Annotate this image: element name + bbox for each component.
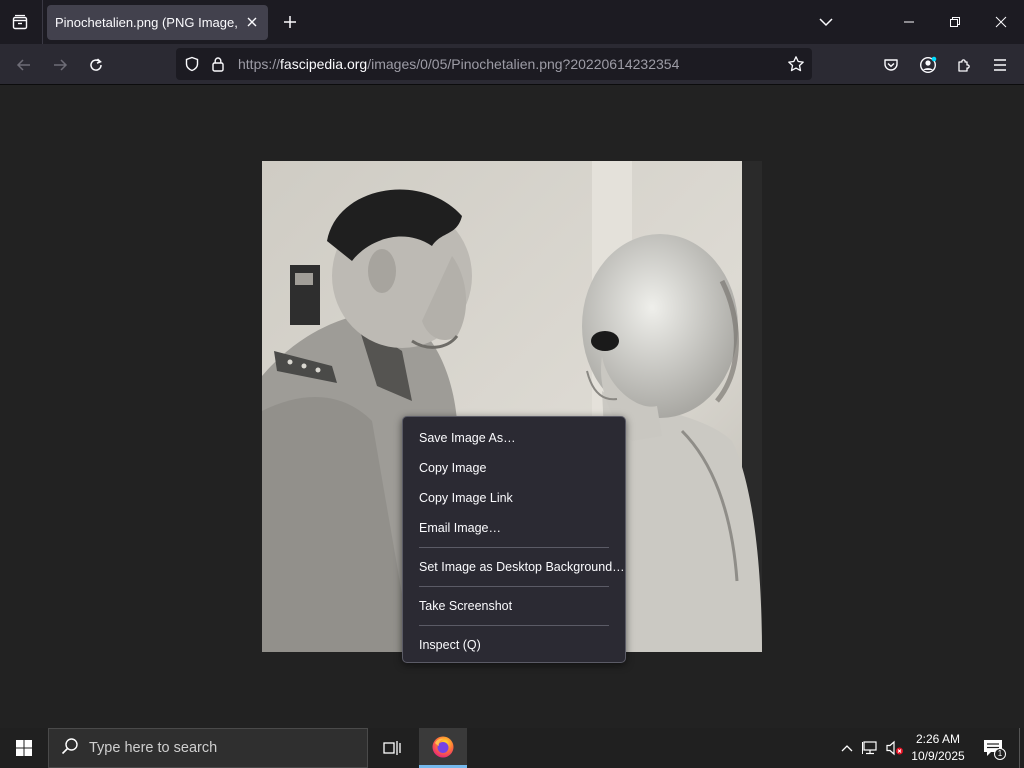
pocket-icon[interactable]	[876, 50, 906, 80]
arrow-right-icon[interactable]	[45, 50, 75, 80]
star-icon[interactable]	[786, 54, 806, 74]
page-content: Save Image As… Copy Image Copy Image Lin…	[0, 85, 1024, 728]
firefox-icon	[432, 736, 454, 757]
restore-icon[interactable]	[932, 0, 978, 44]
menu-item-copy-image[interactable]: Copy Image	[403, 453, 625, 483]
windows-start-icon[interactable]	[0, 728, 48, 768]
menu-item-email-image[interactable]: Email Image…	[403, 513, 625, 543]
notification-count-badge: 1	[994, 748, 1006, 760]
chevron-up-icon[interactable]	[836, 736, 858, 760]
tab-overview-icon[interactable]	[6, 8, 34, 36]
url-text[interactable]: https://fascipedia.org/images/0/05/Pinoc…	[238, 56, 679, 72]
search-placeholder: Type here to search	[89, 740, 218, 756]
address-bar[interactable]: https://fascipedia.org/images/0/05/Pinoc…	[176, 48, 812, 80]
menu-separator	[419, 586, 609, 587]
plus-icon[interactable]	[278, 10, 302, 34]
hamburger-icon[interactable]	[985, 50, 1015, 80]
shield-icon[interactable]	[182, 54, 202, 74]
arrow-left-icon[interactable]	[9, 50, 39, 80]
tab-active[interactable]: Pinochetalien.png (PNG Image, 500 × 491 …	[47, 5, 268, 40]
context-menu: Save Image As… Copy Image Copy Image Lin…	[402, 416, 626, 663]
clock-date: 10/9/2025	[911, 749, 965, 763]
navigation-toolbar: https://fascipedia.org/images/0/05/Pinoc…	[0, 44, 1024, 85]
chevron-down-icon[interactable]	[814, 10, 838, 34]
menu-item-inspect[interactable]: Inspect (Q)	[403, 630, 625, 660]
task-view-icon[interactable]	[374, 732, 410, 764]
puzzle-icon[interactable]	[949, 50, 979, 80]
tab-separator	[42, 0, 43, 44]
window-close-icon[interactable]	[978, 0, 1024, 44]
close-icon[interactable]	[244, 14, 260, 30]
menu-item-take-screenshot[interactable]: Take Screenshot	[403, 591, 625, 621]
firefox-taskbar-button[interactable]	[419, 728, 467, 768]
account-icon[interactable]	[913, 50, 943, 80]
menu-separator	[419, 625, 609, 626]
url-scheme: https://	[238, 56, 281, 72]
search-icon	[61, 737, 79, 760]
menu-item-copy-image-link[interactable]: Copy Image Link	[403, 483, 625, 513]
system-clock[interactable]: 2:26 AM 10/9/2025	[906, 731, 970, 765]
taskbar: Type here to search 2:26 AM 10/9/2025 1	[0, 728, 1024, 768]
volume-muted-icon[interactable]	[884, 736, 906, 760]
url-path: /images/0/05/Pinochetalien.png?202206142…	[367, 56, 680, 72]
taskbar-search-box[interactable]: Type here to search	[48, 728, 368, 768]
show-desktop-button[interactable]	[1019, 728, 1024, 768]
url-host: fascipedia.org	[280, 56, 368, 72]
tab-strip: Pinochetalien.png (PNG Image, 500 × 491 …	[0, 0, 1024, 44]
menu-item-set-desktop-background[interactable]: Set Image as Desktop Background…	[403, 552, 625, 582]
tab-title: Pinochetalien.png (PNG Image, 500 × 491 …	[55, 15, 241, 30]
network-icon[interactable]	[860, 736, 882, 760]
menu-separator	[419, 547, 609, 548]
reload-icon[interactable]	[81, 50, 111, 80]
clock-time: 2:26 AM	[915, 732, 961, 746]
lock-icon[interactable]	[208, 54, 228, 74]
minimize-icon[interactable]	[886, 0, 932, 44]
menu-item-save-image-as[interactable]: Save Image As…	[403, 423, 625, 453]
notification-icon[interactable]: 1	[980, 736, 1006, 760]
